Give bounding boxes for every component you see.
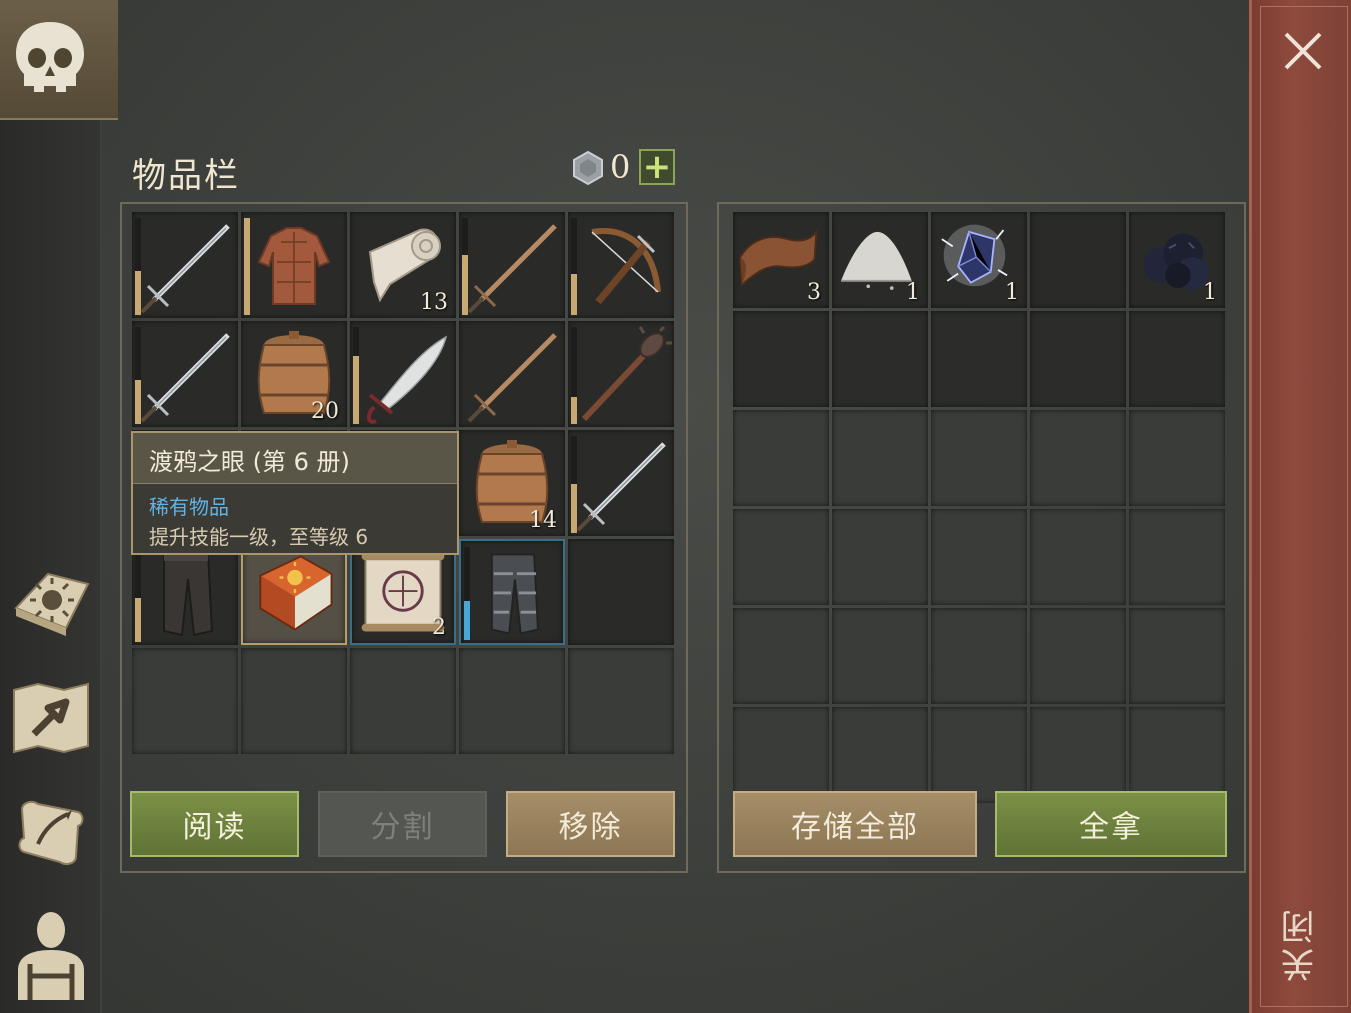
inventory-slot-empty[interactable] <box>733 707 829 803</box>
item-quantity: 3 <box>807 280 821 305</box>
take-all-button[interactable]: 全拿 <box>995 791 1227 857</box>
inventory-title: 物品栏 <box>132 156 240 196</box>
inventory-slot-empty[interactable] <box>1129 509 1225 605</box>
scimitar-icon <box>367 335 448 424</box>
inventory-slot-empty[interactable] <box>832 311 928 407</box>
inventory-slot-empty[interactable] <box>931 707 1027 803</box>
add-coins-button[interactable]: + <box>639 149 675 185</box>
inventory-slot-empty[interactable] <box>733 509 829 605</box>
inventory-slot-leather[interactable]: 3 <box>733 212 829 308</box>
remove-button[interactable]: 移除 <box>506 791 675 857</box>
inventory-slot-empty[interactable] <box>832 410 928 506</box>
close-bar[interactable]: 关闭 <box>1249 0 1351 1013</box>
tooltip-description: 提升技能一级，至等级 6 <box>149 525 369 549</box>
item-tooltip: 渡鸦之眼 (第 6 册) 稀有物品 提升技能一级，至等级 6 <box>131 431 459 555</box>
inventory-slot-empty[interactable] <box>459 648 565 754</box>
inventory-slot-powder-pile[interactable]: 1 <box>832 212 928 308</box>
close-label[interactable]: 关闭 <box>1276 902 1332 982</box>
item-quantity: 13 <box>420 290 448 315</box>
tooltip-rarity: 稀有物品 <box>149 495 229 519</box>
inventory-slot-crystal[interactable]: 1 <box>931 212 1027 308</box>
inventory-slot-empty[interactable] <box>1129 707 1225 803</box>
coin-icon <box>573 150 603 186</box>
item-quantity: 20 <box>311 399 339 424</box>
inventory-slot-barrel[interactable]: 20 <box>241 321 347 427</box>
inventory-slot-empty[interactable] <box>1030 311 1126 407</box>
item-quantity: 1 <box>1203 280 1217 305</box>
inventory-slot-empty[interactable] <box>832 608 928 704</box>
store-all-button[interactable]: 存储全部 <box>733 791 977 857</box>
inventory-slot-longsword[interactable] <box>132 321 238 427</box>
close-x-icon[interactable] <box>1280 28 1326 74</box>
close-bar-border <box>1260 6 1348 1007</box>
crossbow-icon <box>591 228 661 305</box>
inventory-slot-empty[interactable] <box>1030 707 1126 803</box>
inventory-slot-longsword[interactable] <box>568 430 674 536</box>
inventory-slot-crossbow[interactable] <box>568 212 674 318</box>
skill-book-icon <box>259 555 333 631</box>
inventory-slot-mace[interactable] <box>568 321 674 427</box>
item-quantity: 1 <box>906 280 920 305</box>
inventory-slot-empty[interactable] <box>1129 410 1225 506</box>
item-quantity: 14 <box>529 508 557 533</box>
inventory-slot-wooden-sword[interactable] <box>459 212 565 318</box>
inventory-slot-empty[interactable] <box>832 707 928 803</box>
longsword-icon <box>140 333 230 423</box>
mace-icon <box>581 325 672 422</box>
chain-leggings-icon <box>490 553 539 635</box>
inventory-slot-empty[interactable] <box>241 648 347 754</box>
inventory-slot-empty[interactable] <box>350 648 456 754</box>
inventory-slot-empty[interactable] <box>1030 410 1126 506</box>
inventory-slot-empty[interactable] <box>1129 311 1225 407</box>
read-button[interactable]: 阅读 <box>130 791 299 857</box>
inventory-slot-longsword[interactable] <box>132 212 238 318</box>
inventory-slot-scimitar[interactable] <box>350 321 456 427</box>
skill-book-icon[interactable] <box>8 560 94 646</box>
longsword-icon <box>576 442 666 532</box>
storage-grid: 3 1 1 1 <box>733 212 1225 803</box>
quest-scroll-icon[interactable] <box>8 790 94 876</box>
tooltip-title: 渡鸦之眼 (第 6 册) <box>149 448 350 476</box>
coin-count: 0 <box>610 148 631 186</box>
wooden-sword-icon <box>467 224 557 314</box>
inventory-slot-coal[interactable]: 1 <box>1129 212 1225 308</box>
inventory-slot-empty[interactable] <box>1030 212 1126 308</box>
character-icon[interactable] <box>8 904 94 1004</box>
inventory-slot-empty[interactable] <box>1030 608 1126 704</box>
longsword-icon <box>140 224 230 314</box>
inventory-slot-barrel[interactable]: 14 <box>459 430 565 536</box>
crafting-map-icon[interactable] <box>8 676 94 762</box>
padded-armor-icon <box>257 227 331 305</box>
inventory-slot-empty[interactable] <box>733 608 829 704</box>
inventory-slot-empty[interactable] <box>931 509 1027 605</box>
inventory-slot-empty[interactable] <box>931 608 1027 704</box>
inventory-slot-empty[interactable] <box>568 648 674 754</box>
inventory-slot-chain-leggings[interactable] <box>459 539 565 645</box>
inventory-slot-empty[interactable] <box>832 509 928 605</box>
inventory-slot-padded-armor[interactable] <box>241 212 347 318</box>
sidebar <box>0 0 118 1013</box>
inventory-slot-empty[interactable] <box>568 539 674 645</box>
inventory-slot-empty[interactable] <box>931 311 1027 407</box>
inventory-slot-wooden-sword[interactable] <box>459 321 565 427</box>
item-quantity: 1 <box>1005 280 1019 305</box>
skull-icon <box>16 22 84 92</box>
skull-tab[interactable] <box>0 0 118 120</box>
inventory-slot-empty[interactable] <box>132 648 238 754</box>
wooden-sword-icon <box>467 333 557 423</box>
split-button[interactable]: 分割 <box>318 791 487 857</box>
inventory-slot-empty[interactable] <box>1030 509 1126 605</box>
inventory-slot-empty[interactable] <box>733 410 829 506</box>
inventory-slot-empty[interactable] <box>1129 608 1225 704</box>
inventory-slot-cloth-roll[interactable]: 13 <box>350 212 456 318</box>
inventory-slot-empty[interactable] <box>931 410 1027 506</box>
inventory-slot-empty[interactable] <box>733 311 829 407</box>
item-quantity: 2 <box>432 615 446 640</box>
